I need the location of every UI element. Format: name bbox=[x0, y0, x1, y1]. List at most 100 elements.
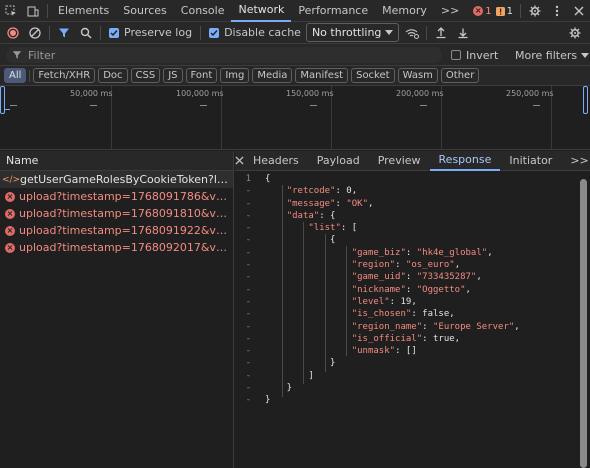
chip-doc[interactable]: Doc bbox=[98, 68, 128, 83]
request-row[interactable]: × upload?timestamp=1768091810&verificati… bbox=[0, 205, 233, 222]
tab-memory[interactable]: Memory bbox=[375, 0, 434, 22]
filter-box[interactable] bbox=[6, 47, 442, 63]
code-text: "retcode": 0, bbox=[286, 186, 358, 197]
close-devtools-icon[interactable] bbox=[568, 0, 590, 22]
chip-js[interactable]: JS bbox=[163, 68, 183, 83]
request-row[interactable]: × upload?timestamp=1768092017&verificati… bbox=[0, 239, 233, 256]
chip-other[interactable]: Other bbox=[440, 68, 480, 83]
network-conditions-icon[interactable] bbox=[401, 22, 423, 44]
search-icon[interactable] bbox=[75, 22, 97, 44]
request-row[interactable]: × upload?timestamp=1768091922&verificati… bbox=[0, 222, 233, 239]
response-body[interactable]: 1{- "retcode": 0, - "message": "OK", - "da… bbox=[235, 173, 579, 468]
tab-initiator[interactable]: Initiator bbox=[500, 151, 561, 171]
code-line: - } bbox=[235, 382, 579, 394]
kebab-menu-icon[interactable] bbox=[546, 0, 568, 22]
record-icon[interactable] bbox=[2, 22, 24, 44]
close-details-icon[interactable] bbox=[235, 150, 244, 172]
indent-guide bbox=[325, 234, 326, 372]
chip-wasm[interactable]: Wasm bbox=[397, 68, 438, 83]
more-tabs-button[interactable]: >> bbox=[434, 0, 466, 22]
tick-label: 100,000 ms bbox=[176, 89, 224, 98]
filter-input[interactable] bbox=[28, 48, 408, 62]
request-name: upload?timestamp=1768091922&verification… bbox=[19, 224, 231, 237]
import-har-icon[interactable] bbox=[430, 22, 452, 44]
more-detail-tabs-button[interactable]: >> bbox=[561, 151, 590, 171]
chip-fetch-xhr[interactable]: Fetch/XHR bbox=[33, 68, 96, 83]
tab-response[interactable]: Response bbox=[429, 151, 501, 171]
line-number: - bbox=[245, 395, 251, 406]
error-icon: × bbox=[5, 191, 15, 202]
chip-css[interactable]: CSS bbox=[130, 68, 161, 83]
warning-count-badge[interactable]: 1 bbox=[495, 6, 513, 17]
code-text: { bbox=[265, 174, 271, 184]
disable-cache-label: Disable cache bbox=[224, 26, 301, 39]
device-toolbar-icon[interactable] bbox=[22, 0, 44, 22]
export-har-icon[interactable] bbox=[452, 22, 474, 44]
indent-guide bbox=[282, 185, 283, 397]
tab-elements[interactable]: Elements bbox=[51, 0, 116, 22]
tab-network[interactable]: Network bbox=[231, 0, 292, 22]
code-line: - "game_uid": "733435287", bbox=[235, 271, 579, 283]
code-text: "nickname": "Oggetto", bbox=[351, 284, 471, 295]
tab-sources[interactable]: Sources bbox=[116, 0, 174, 22]
error-icon: × bbox=[5, 242, 15, 253]
filter-funnel-icon[interactable] bbox=[53, 22, 75, 44]
code-line: - "unmask": [] bbox=[235, 345, 579, 357]
line-number: - bbox=[245, 383, 251, 394]
tab-payload[interactable]: Payload bbox=[308, 151, 369, 171]
line-number: - bbox=[245, 296, 251, 307]
code-line: - "region": "os_euro", bbox=[235, 259, 579, 271]
code-text: } bbox=[265, 395, 271, 406]
invert-label: Invert bbox=[466, 48, 499, 62]
chip-media[interactable]: Media bbox=[252, 68, 293, 83]
error-icon: × bbox=[5, 208, 15, 219]
line-number: - bbox=[245, 186, 251, 197]
response-scrollbar[interactable] bbox=[580, 179, 587, 468]
code-line: - "is_chosen": false, bbox=[235, 308, 579, 320]
tick-label: 50,000 ms bbox=[70, 89, 113, 98]
more-filters-label: More filters bbox=[515, 48, 578, 62]
disable-cache-checkbox[interactable]: Disable cache bbox=[209, 26, 301, 39]
line-number: - bbox=[245, 210, 251, 221]
line-number: - bbox=[245, 346, 251, 357]
request-row[interactable]: × upload?timestamp=1768091786&verificati… bbox=[0, 188, 233, 205]
line-number: - bbox=[245, 247, 251, 258]
network-overview-timeline[interactable]: 50,000 ms 100,000 ms 150,000 ms 200,000 … bbox=[0, 86, 590, 150]
chip-all[interactable]: All bbox=[4, 68, 27, 83]
invert-checkbox[interactable]: Invert bbox=[451, 44, 498, 66]
throttling-value: No throttling bbox=[311, 26, 382, 39]
overview-right-handle[interactable] bbox=[583, 86, 588, 114]
preserve-log-checkbox[interactable]: Preserve log bbox=[109, 26, 192, 39]
chip-img[interactable]: Img bbox=[220, 68, 250, 83]
timeline-bar bbox=[10, 105, 17, 106]
more-filters-dropdown[interactable]: More filters bbox=[515, 44, 590, 66]
tab-performance[interactable]: Performance bbox=[291, 0, 375, 22]
settings-gear-icon[interactable] bbox=[524, 0, 546, 22]
throttling-select[interactable]: No throttling bbox=[305, 23, 399, 42]
request-row[interactable]: </> getUserGameRolesByCookieToken?lang=e… bbox=[0, 171, 233, 188]
chip-manifest[interactable]: Manifest bbox=[295, 68, 349, 83]
error-icon: × bbox=[473, 6, 484, 16]
line-number: - bbox=[245, 272, 251, 283]
code-line: - "level": 19, bbox=[235, 296, 579, 308]
line-number: - bbox=[245, 284, 251, 295]
tab-console[interactable]: Console bbox=[174, 0, 232, 22]
divider bbox=[29, 69, 31, 82]
chip-font[interactable]: Font bbox=[185, 68, 218, 83]
code-text: "level": 19, bbox=[351, 296, 417, 307]
tab-preview[interactable]: Preview bbox=[369, 151, 430, 171]
overview-left-handle[interactable] bbox=[0, 86, 5, 114]
inspect-element-icon[interactable] bbox=[0, 0, 22, 22]
network-settings-gear-icon[interactable] bbox=[564, 22, 586, 44]
request-name: upload?timestamp=1768091810&verification… bbox=[19, 207, 231, 220]
clear-icon[interactable] bbox=[24, 22, 46, 44]
tab-headers[interactable]: Headers bbox=[244, 151, 308, 171]
code-text: "region": "os_euro", bbox=[351, 260, 461, 271]
timeline-bar bbox=[533, 105, 540, 106]
name-column-header[interactable]: Name bbox=[0, 151, 233, 171]
error-count-badge[interactable]: × 1 bbox=[473, 6, 492, 17]
code-line: - "is_official": true, bbox=[235, 333, 579, 345]
request-name: upload?timestamp=1768091786&verification… bbox=[19, 190, 231, 203]
chevron-down-icon bbox=[384, 30, 393, 35]
chip-socket[interactable]: Socket bbox=[351, 68, 395, 83]
